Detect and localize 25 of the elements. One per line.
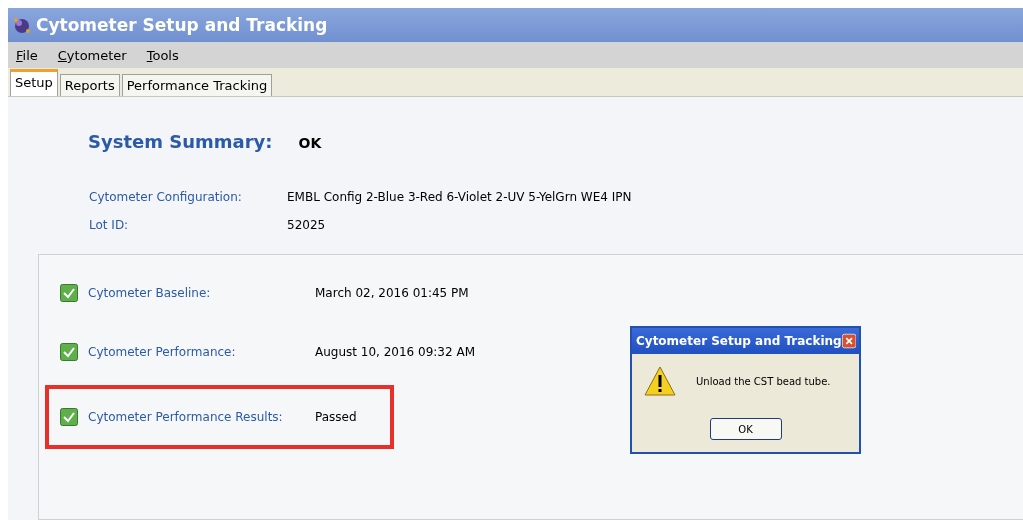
check-value: August 10, 2016 09:32 AM: [315, 345, 477, 359]
menu-item[interactable]: Tools: [146, 47, 179, 63]
check-value: Passed: [315, 410, 358, 424]
summary-value: OK: [298, 135, 322, 151]
info-label: Lot ID:: [89, 218, 130, 232]
ok-button[interactable]: OK: [709, 418, 782, 440]
tab[interactable]: Setup: [10, 69, 58, 96]
tab[interactable]: Reports: [59, 74, 120, 96]
close-icon[interactable]: [841, 331, 856, 351]
info-value: 52025: [287, 218, 327, 232]
check-label: Cytometer Baseline:: [88, 286, 212, 300]
info-value: EMBL Config 2-Blue 3-Red 6-Violet 2-UV 5-YelGrn WE4 IPN: [287, 190, 633, 204]
app-icon: [12, 15, 32, 35]
check-label: Cytometer Performance Results:: [88, 410, 284, 424]
window-title: Cytometer Setup and Tracking: [36, 15, 328, 35]
info-label: Cytometer Configuration:: [89, 190, 243, 204]
dialog-message: Unload the CST bead tube.: [696, 375, 831, 387]
menu-item[interactable]: File: [16, 47, 38, 63]
tab[interactable]: Performance Tracking: [121, 74, 273, 96]
warning-icon: [644, 366, 676, 396]
check-label: Cytometer Performance:: [88, 345, 237, 359]
summary-label: System Summary:: [88, 131, 273, 152]
menu-item[interactable]: Cytometer: [57, 47, 127, 63]
check-value: March 02, 2016 01:45 PM: [315, 286, 470, 300]
dialog-title: Cytometer Setup and Tracking: [636, 334, 842, 348]
